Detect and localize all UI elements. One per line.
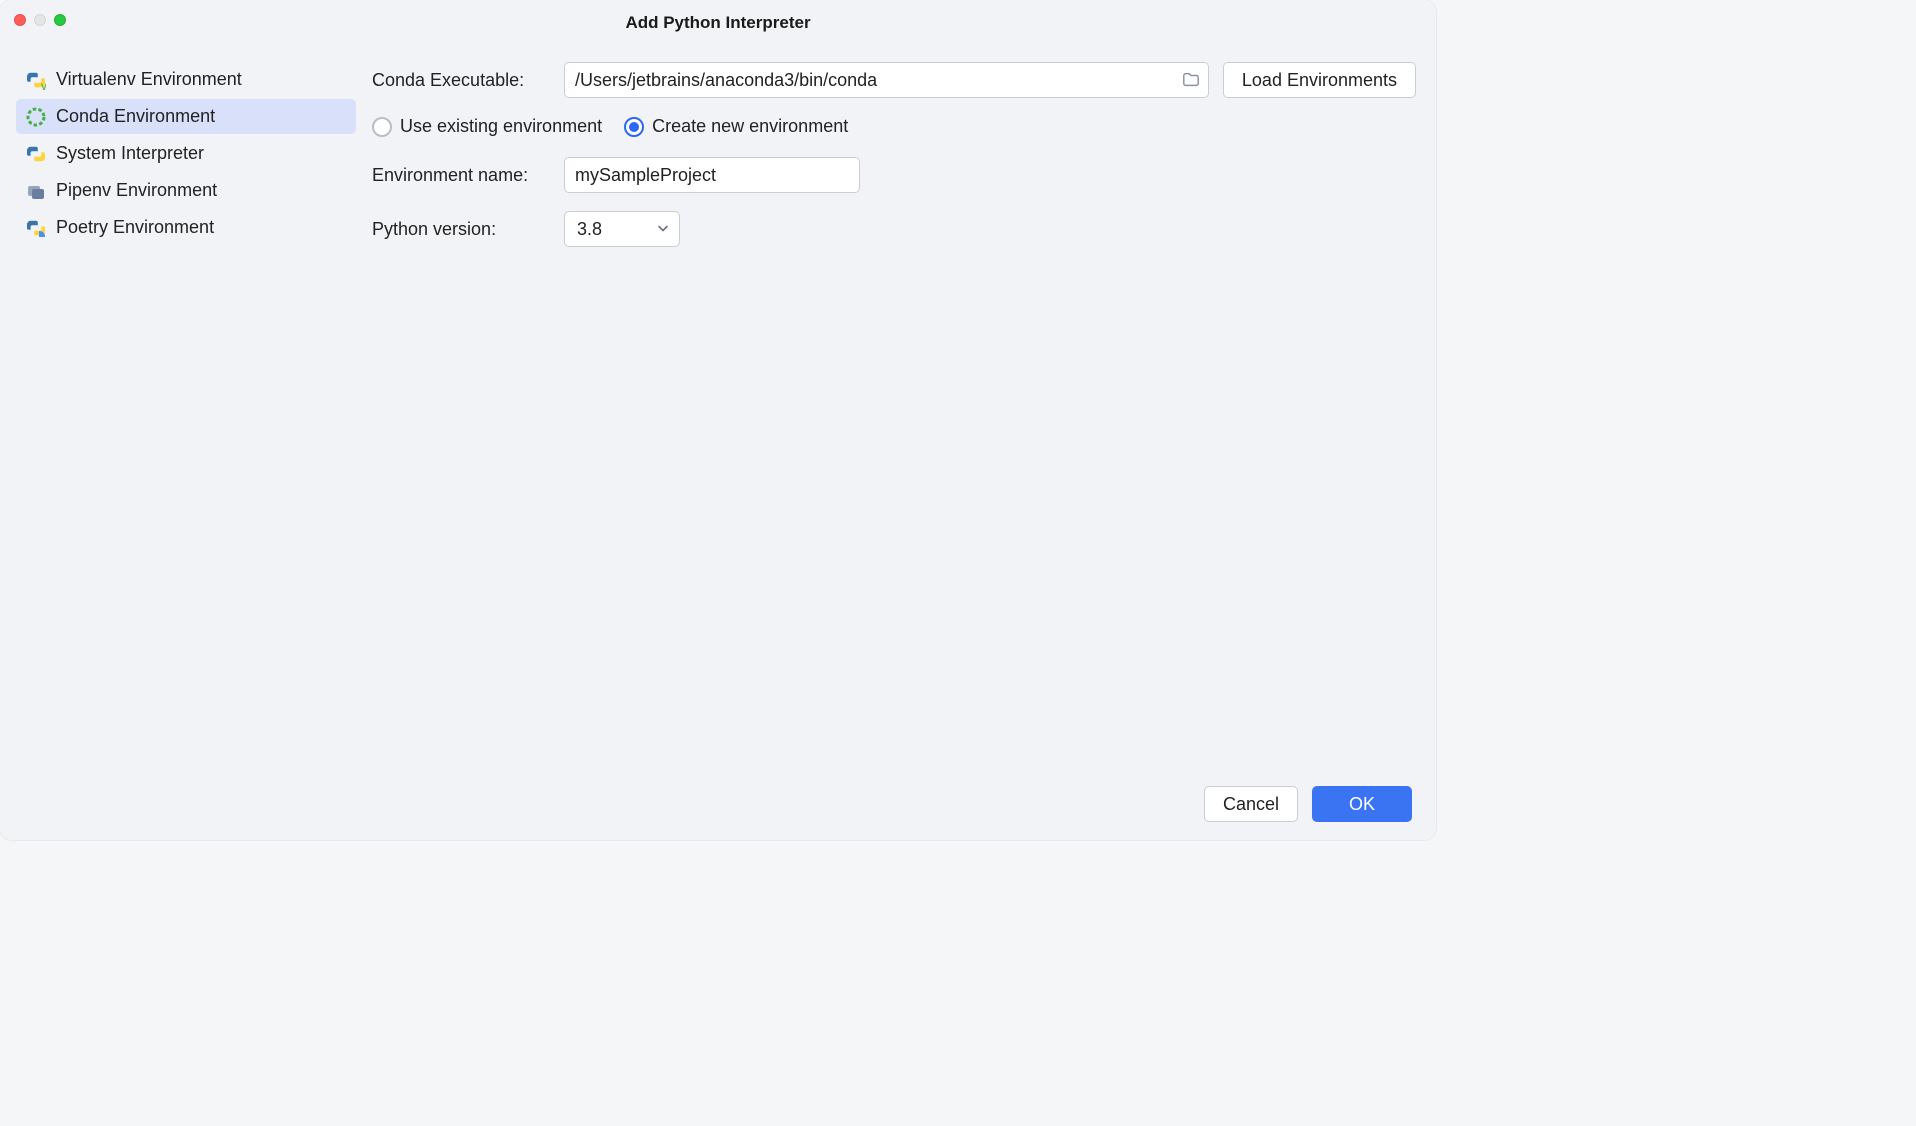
conda-executable-row: Conda Executable: Load Environments xyxy=(372,62,1416,98)
python-version-label: Python version: xyxy=(372,219,550,240)
content-area: V Virtualenv Environment Conda Environme… xyxy=(0,38,1436,786)
dialog-footer: Cancel OK xyxy=(0,786,1436,840)
sidebar-item-conda[interactable]: Conda Environment xyxy=(16,99,356,134)
radio-indicator xyxy=(624,117,644,137)
load-environments-button[interactable]: Load Environments xyxy=(1223,62,1416,98)
radio-label: Use existing environment xyxy=(400,116,602,137)
env-name-input[interactable] xyxy=(564,157,860,193)
anaconda-icon xyxy=(26,107,46,127)
cancel-button[interactable]: Cancel xyxy=(1204,786,1298,822)
ok-button[interactable]: OK xyxy=(1312,786,1412,822)
radio-label: Create new environment xyxy=(652,116,848,137)
env-name-row: Environment name: xyxy=(372,157,1416,193)
conda-executable-input[interactable] xyxy=(564,62,1209,98)
main-panel: Conda Executable: Load Environments Use … xyxy=(356,62,1416,786)
select-value: 3.8 xyxy=(577,219,602,240)
svg-text:V: V xyxy=(41,82,46,90)
radio-indicator xyxy=(372,117,392,137)
minimize-window-button[interactable] xyxy=(34,14,46,26)
python-icon xyxy=(26,144,46,164)
sidebar-item-poetry[interactable]: Poetry Environment xyxy=(16,210,356,245)
dialog-window: Add Python Interpreter V Virtualenv Envi… xyxy=(0,0,1436,840)
maximize-window-button[interactable] xyxy=(54,14,66,26)
sidebar-item-label: Conda Environment xyxy=(56,106,215,127)
window-title: Add Python Interpreter xyxy=(12,5,1424,33)
radio-use-existing[interactable]: Use existing environment xyxy=(372,116,602,137)
sidebar-item-pipenv[interactable]: Pipenv Environment xyxy=(16,173,356,208)
env-name-label: Environment name: xyxy=(372,165,550,186)
python-version-select[interactable]: 3.8 xyxy=(564,211,680,247)
radio-dot xyxy=(629,122,639,132)
sidebar-item-label: System Interpreter xyxy=(56,143,204,164)
env-mode-radio-group: Use existing environment Create new envi… xyxy=(372,116,1416,137)
titlebar: Add Python Interpreter xyxy=(0,0,1436,38)
sidebar-item-virtualenv[interactable]: V Virtualenv Environment xyxy=(16,62,356,97)
radio-create-new[interactable]: Create new environment xyxy=(624,116,848,137)
window-controls xyxy=(14,14,66,26)
sidebar-item-label: Pipenv Environment xyxy=(56,180,217,201)
pipenv-icon xyxy=(26,181,46,201)
folder-icon xyxy=(1182,71,1200,89)
poetry-icon xyxy=(26,218,46,238)
sidebar-item-label: Poetry Environment xyxy=(56,217,214,238)
conda-executable-label: Conda Executable: xyxy=(372,70,550,91)
python-v-icon: V xyxy=(26,70,46,90)
conda-executable-input-wrap xyxy=(564,62,1209,98)
close-window-button[interactable] xyxy=(14,14,26,26)
browse-folder-button[interactable] xyxy=(1181,70,1201,90)
python-version-row: Python version: 3.8 xyxy=(372,211,1416,247)
interpreter-type-sidebar: V Virtualenv Environment Conda Environme… xyxy=(16,62,356,786)
sidebar-item-label: Virtualenv Environment xyxy=(56,69,242,90)
sidebar-item-system[interactable]: System Interpreter xyxy=(16,136,356,171)
chevron-down-icon xyxy=(657,219,669,240)
